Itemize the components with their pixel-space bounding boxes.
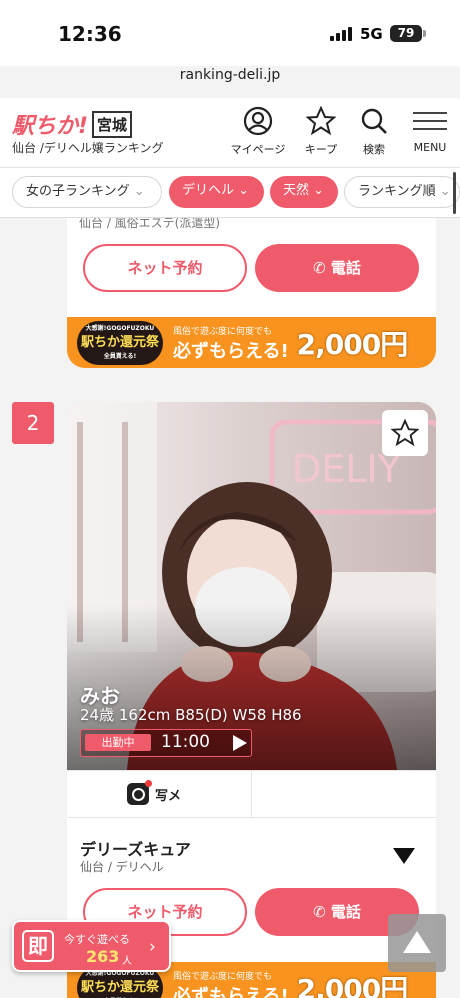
- site-header: 駅ちか! 宮城 仙台 /デリヘル嬢ランキング マイページ キープ 検索 MENU: [0, 98, 460, 168]
- campaign-line1: 風俗で遊ぶ度に何度でも: [173, 326, 273, 337]
- girl-photo[interactable]: DELIY みお 24歳 162cm B85(D) W58 H86 出勤中 11…: [67, 402, 436, 770]
- horizontal-scrollbar[interactable]: [453, 172, 456, 214]
- work-status-box: 出勤中 11:00: [80, 729, 252, 757]
- nav-menu[interactable]: MENU: [396, 106, 460, 154]
- shop-area: 仙台 / 風俗エステ(派遣型): [79, 218, 221, 230]
- ranking-card: 仙台 / 風俗エステ(派遣型) ネット予約 ✆ 電話 大感謝!GOGOFUZOK…: [67, 218, 436, 368]
- back-to-top-button[interactable]: [388, 914, 446, 972]
- chip-label: 女の子ランキング: [26, 184, 130, 199]
- campaign-text: 風俗で遊ぶ度に何度でも 必ずもらえる!: [173, 969, 289, 998]
- chevron-down-icon: ⌄: [129, 184, 145, 199]
- seal-top-text: 大感謝!GOGOFUZOKU: [85, 325, 155, 332]
- filter-chip-type[interactable]: 天然 ⌄: [270, 176, 338, 208]
- ranking-card[interactable]: DELIY みお 24歳 162cm B85(D) W58 H86 出勤中 11…: [67, 402, 436, 998]
- card-tabs: 写メ: [67, 770, 436, 819]
- expand-triangle-icon[interactable]: [393, 848, 415, 864]
- campaign-line2: 必ずもらえる!: [173, 985, 289, 998]
- campaign-seal: 大感謝!GOGOFUZOKU 駅ちか還元祭 全員貰える!: [77, 321, 163, 365]
- chip-label: 天然: [283, 183, 310, 198]
- chevron-right-icon: ›: [149, 937, 156, 957]
- seal-main-text: 駅ちか還元祭: [80, 980, 159, 995]
- campaign-banner[interactable]: 大感謝!GOGOFUZOKU 駅ちか還元祭 全員貰える! 風俗で遊ぶ度に何度でも…: [67, 317, 436, 368]
- campaign-line1: 風俗で遊ぶ度に何度でも: [173, 971, 273, 982]
- shop-area: 仙台 / デリヘル: [80, 860, 164, 874]
- seal-main-text: 駅ちか還元祭: [80, 335, 159, 350]
- filter-chip-category[interactable]: デリヘル ⌄: [169, 176, 264, 208]
- filter-bar: 女の子ランキング ⌄ デリヘル ⌄ 天然 ⌄ ランキング順 ⌄: [0, 168, 460, 218]
- photo-tab-label: 写メ: [155, 788, 182, 804]
- photo-diary-tab[interactable]: 写メ: [127, 780, 182, 805]
- chevron-down-icon: ⌄: [309, 183, 325, 198]
- available-unit: 人: [122, 956, 132, 967]
- campaign-text: 風俗で遊ぶ度に何度でも 必ずもらえる!: [173, 324, 289, 363]
- status-bar: 12:36 5G 79: [0, 0, 460, 66]
- page-subtitle: 仙台 /デリヘル嬢ランキング: [12, 141, 164, 155]
- nav-label: マイページ: [230, 143, 286, 156]
- shop-name[interactable]: デリーズキュア: [80, 836, 191, 860]
- nav-label: MENU: [413, 141, 447, 154]
- filter-chip-ranking-type[interactable]: 女の子ランキング ⌄: [12, 176, 162, 208]
- play-icon: [233, 735, 247, 751]
- chevron-down-icon: ⌄: [435, 184, 451, 199]
- filter-chip-sort[interactable]: ランキング順 ⌄: [344, 176, 460, 208]
- camera-icon: [127, 780, 152, 805]
- nav-mypage[interactable]: マイページ: [224, 106, 292, 157]
- campaign-line2: 必ずもらえる!: [173, 340, 289, 362]
- star-icon: [306, 106, 336, 136]
- call-button[interactable]: ✆ 電話: [255, 244, 419, 292]
- chevron-down-icon: ⌄: [234, 183, 250, 198]
- phone-icon: ✆: [313, 903, 331, 921]
- net-reserve-button[interactable]: ネット予約: [83, 244, 247, 292]
- girl-specs: 24歳 162cm B85(D) W58 H86: [80, 706, 302, 724]
- battery-tip: [423, 30, 426, 37]
- phone-icon: ✆: [313, 259, 331, 277]
- tab-divider: [251, 771, 252, 819]
- battery-icon: 79: [390, 25, 422, 42]
- call-label: 電話: [330, 259, 361, 277]
- signal-icon: [330, 27, 352, 41]
- user-icon: [243, 106, 273, 136]
- campaign-amount: 2,000円: [296, 973, 409, 998]
- available-now-button[interactable]: 即 今すぐ遊べる 263 人 ›: [12, 920, 171, 972]
- available-now-label: 今すぐ遊べる: [64, 933, 130, 946]
- menu-icon: [413, 112, 447, 130]
- site-logo[interactable]: 駅ちか!: [12, 108, 88, 140]
- rank-badge: 2: [12, 402, 54, 444]
- campaign-amount: 2,000円: [296, 328, 409, 361]
- call-label: 電話: [330, 903, 361, 921]
- search-icon: [361, 108, 387, 134]
- keep-star-button[interactable]: [382, 410, 428, 456]
- notification-dot: [145, 780, 152, 787]
- prefecture-badge[interactable]: 宮城: [92, 111, 133, 138]
- seal-bottom-text: 全員貰える!: [103, 353, 137, 360]
- star-icon: [391, 419, 419, 447]
- available-count: 263: [86, 947, 120, 966]
- network-type: 5G: [360, 25, 383, 43]
- status-time: 12:36: [58, 22, 122, 46]
- instant-badge: 即: [22, 930, 54, 962]
- work-time: 11:00: [161, 732, 210, 752]
- chip-label: デリヘル: [182, 183, 235, 198]
- address-bar[interactable]: ranking-deli.jp: [0, 67, 460, 83]
- work-status-tag: 出勤中: [85, 734, 151, 751]
- chip-label: ランキング順: [358, 184, 436, 199]
